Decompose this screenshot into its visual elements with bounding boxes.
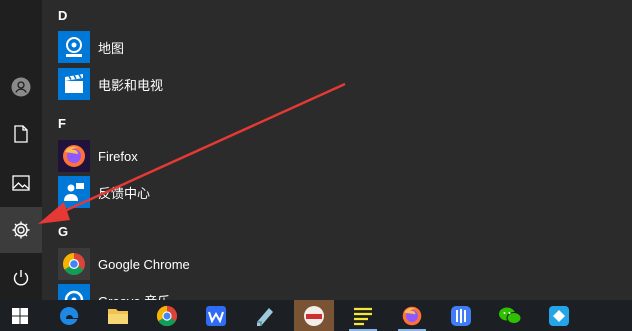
section-header-d: D: [58, 8, 68, 23]
app-label-firefox: Firefox: [98, 148, 138, 164]
settings-button[interactable]: [0, 207, 42, 253]
app-label-movies-tv: 电影和电视: [98, 77, 164, 93]
app-item-google-chrome[interactable]: Google Chrome: [58, 246, 358, 282]
app-icon: [257, 307, 273, 326]
taskbar-edge[interactable]: [49, 300, 89, 331]
chrome-icon: [156, 305, 178, 326]
movies-tv-icon: [58, 68, 90, 100]
feedback-hub-icon: [58, 176, 90, 208]
pictures-button[interactable]: [0, 160, 42, 206]
taskbar-wps[interactable]: [196, 300, 236, 331]
edge-icon: [60, 306, 79, 325]
app-label-google-chrome: Google Chrome: [98, 256, 190, 272]
file-explorer-icon: [108, 308, 128, 324]
taskbar-app-red[interactable]: [294, 300, 334, 331]
windows-start-icon: [12, 307, 28, 324]
app-item-movies-tv[interactable]: 电影和电视: [58, 66, 358, 102]
app-blue-icon: [451, 305, 471, 326]
power-icon: [13, 270, 29, 286]
taskbar: [0, 300, 632, 331]
app-red-icon: [304, 305, 324, 326]
pictures-icon: [12, 175, 30, 191]
taskbar-app[interactable]: [245, 300, 285, 331]
app-label-maps: 地图: [98, 40, 125, 56]
taskbar-chrome[interactable]: [147, 300, 187, 331]
documents-icon: [14, 125, 28, 143]
start-menu-rail: [0, 0, 42, 300]
settings-icon: [12, 221, 30, 239]
section-header-f: F: [58, 116, 66, 131]
start-button[interactable]: [0, 300, 40, 331]
firefox-icon: [58, 140, 90, 172]
taskbar-notes[interactable]: [343, 300, 383, 331]
taskbar-file-explorer[interactable]: [98, 300, 138, 331]
section-header-g: G: [58, 224, 69, 239]
app-list: D 地图 电影和电视 F Firefox 反馈中心 G Google Chrom…: [42, 0, 632, 316]
user-account-button[interactable]: [0, 64, 42, 110]
wps-icon: [206, 305, 226, 326]
app-item-firefox[interactable]: Firefox: [58, 138, 358, 174]
app-diamond-icon: [549, 305, 569, 326]
app-item-feedback-hub[interactable]: 反馈中心: [58, 174, 358, 210]
taskbar-firefox[interactable]: [392, 300, 432, 331]
wechat-icon: [499, 307, 522, 324]
maps-icon: [58, 31, 90, 63]
chrome-icon: [58, 248, 90, 280]
app-item-maps[interactable]: 地图: [58, 29, 358, 65]
power-button[interactable]: [0, 255, 42, 301]
notes-icon: [354, 307, 372, 325]
taskbar-app-blue[interactable]: [441, 300, 481, 331]
firefox-icon: [402, 306, 422, 325]
app-label-feedback-hub: 反馈中心: [98, 185, 151, 201]
taskbar-wechat[interactable]: [490, 300, 530, 331]
taskbar-app-diamond[interactable]: [539, 300, 579, 331]
documents-button[interactable]: [0, 111, 42, 157]
user-icon: [11, 77, 31, 97]
